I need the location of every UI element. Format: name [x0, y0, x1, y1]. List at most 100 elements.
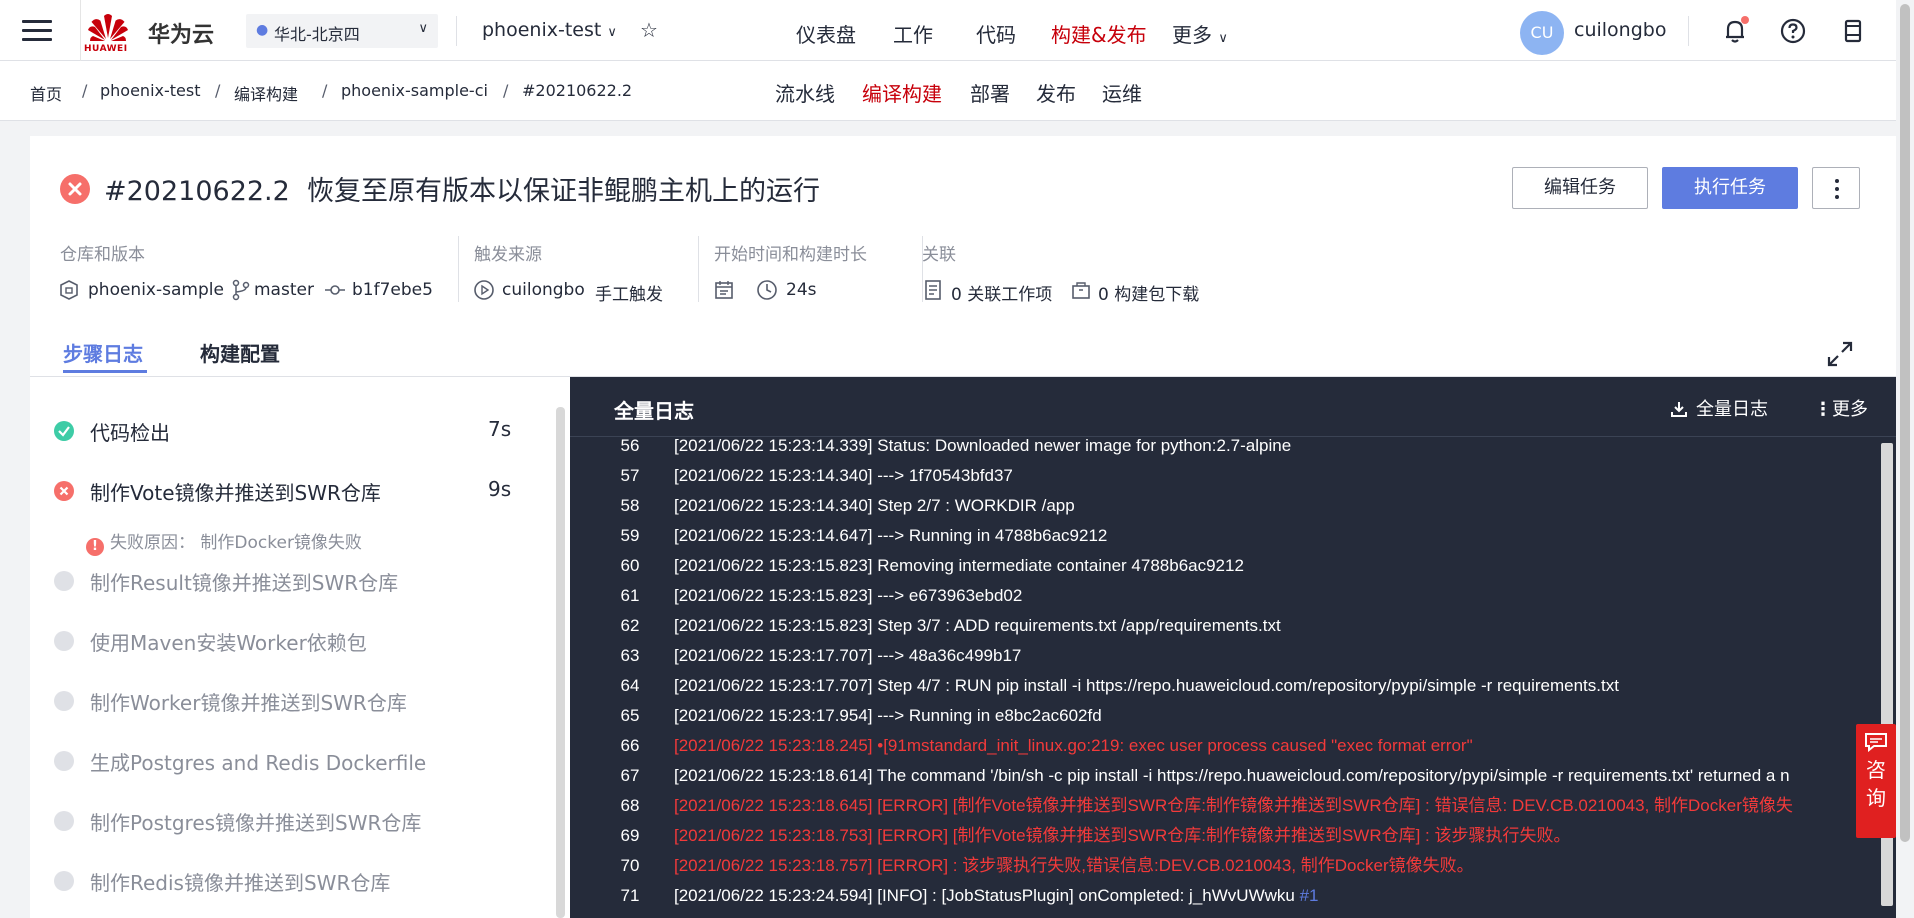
log-message: [2021/06/22 15:23:18.645] [ERROR] [制作Vot… [674, 796, 1793, 815]
log-message: [2021/06/22 15:23:17.707] ---> 48a36c499… [674, 646, 1022, 665]
consult-label: 咨 [1866, 758, 1886, 782]
subnav-release[interactable]: 发布 [1036, 78, 1076, 107]
step-item[interactable]: 制作Result镜像并推送到SWR仓库 [54, 567, 534, 595]
build-number: #20210622.2 [104, 176, 290, 207]
log-line-text: [2021/06/22 15:23:18.757] [ERROR] : 该步骤执… [674, 851, 1474, 881]
mobile-device-icon[interactable] [1838, 16, 1868, 46]
scrollbar-thumb[interactable] [1900, 4, 1910, 842]
package-icon [1072, 282, 1090, 299]
nav-work[interactable]: 工作 [893, 19, 933, 48]
more-vertical-icon [1835, 187, 1839, 191]
run-task-button[interactable]: 执行任务 [1662, 167, 1798, 209]
help-icon[interactable] [1778, 16, 1808, 46]
time-heading: 开始时间和构建时长 [714, 245, 867, 265]
log-line: 60 [2021/06/22 15:23:15.823] Removing int… [570, 551, 1878, 581]
log-line-number: 63 [620, 646, 640, 665]
commit-id[interactable]: b1f7ebe5 [352, 280, 433, 300]
step-item[interactable]: 制作Postgres镜像并推送到SWR仓库 [54, 807, 534, 835]
more-vertical-icon [1835, 179, 1839, 183]
log-line-text: [2021/06/22 15:23:15.823] Step 3/7 : ADD… [674, 611, 1281, 641]
notification-bell-icon[interactable] [1720, 16, 1750, 46]
step-name: 制作Result镜像并推送到SWR仓库 [90, 571, 399, 595]
page-scrollbar[interactable] [1896, 0, 1914, 918]
step-item[interactable]: 制作Redis镜像并推送到SWR仓库 [54, 867, 534, 895]
log-content[interactable]: 56 [2021/06/22 15:23:14.339] Status: Down… [570, 437, 1878, 918]
subnav-deploy[interactable]: 部署 [970, 78, 1010, 107]
breadcrumb-project[interactable]: phoenix-test [100, 81, 200, 100]
tab-build-config[interactable]: 构建配置 [200, 338, 280, 367]
log-scrollbar[interactable] [1878, 437, 1896, 918]
region-selector[interactable]: ● 华北-北京四 ∨ [246, 14, 438, 48]
breadcrumb-job[interactable]: phoenix-sample-ci [341, 81, 488, 100]
log-line-text: [2021/06/22 15:23:18.645] [ERROR] [制作Vot… [674, 791, 1793, 821]
log-line-number: 56 [620, 437, 640, 455]
nav-code[interactable]: 代码 [976, 19, 1016, 48]
consult-button[interactable]: 咨 询 [1856, 724, 1896, 838]
log-line-number: 57 [620, 466, 640, 485]
tab-step-logs[interactable]: 步骤日志 [63, 338, 143, 367]
log-message: [2021/06/22 15:23:18.614] The command '/… [674, 766, 1790, 785]
log-line-number: 62 [620, 616, 640, 635]
avatar[interactable]: CU [1520, 11, 1564, 55]
log-line-text: [2021/06/22 15:23:18.753] [ERROR] [制作Vot… [674, 821, 1571, 851]
project-name: phoenix-test [482, 19, 602, 41]
brand-name[interactable]: 华为云 [148, 17, 214, 49]
breadcrumb-build[interactable]: 编译构建 [234, 81, 298, 105]
step-list: 代码检出 7s 制作Vote镜像并推送到SWR仓库 9s ! 失败原因： 制作Do… [30, 377, 570, 918]
log-line: 56 [2021/06/22 15:23:14.339] Status: Down… [570, 437, 1878, 461]
log-line-text: [2021/06/22 15:23:14.340] Step 2/7 : WOR… [674, 491, 1075, 521]
favorite-star-icon[interactable]: ☆ [640, 18, 658, 42]
step-item[interactable]: 使用Maven安装Worker依赖包 [54, 627, 534, 655]
pending-icon [54, 571, 74, 591]
fullscreen-expand-icon[interactable] [1826, 340, 1854, 368]
clock-icon [757, 280, 777, 300]
branch-name[interactable]: master [254, 280, 314, 300]
subnav-build[interactable]: 编译构建 [862, 78, 942, 107]
more-actions-button[interactable] [1812, 167, 1860, 209]
breadcrumb-home[interactable]: 首页 [30, 81, 62, 105]
top-navbar: HUAWEI 华为云 ● 华北-北京四 ∨ phoenix-test ∨ ☆ 仪… [0, 0, 1896, 61]
packages-count[interactable]: 0 构建包下载 [1098, 280, 1199, 305]
chevron-down-icon: ∨ [607, 25, 617, 40]
project-selector[interactable]: phoenix-test ∨ [482, 19, 617, 41]
nav-more[interactable]: 更多 ∨ [1172, 19, 1228, 48]
notification-badge [1741, 16, 1749, 24]
repo-name[interactable]: phoenix-sample [88, 280, 224, 300]
log-message: [2021/06/22 15:23:17.707] Step 4/7 : RUN… [674, 676, 1619, 695]
work-items-count[interactable]: 0 关联工作项 [951, 280, 1052, 305]
log-line: 59 [2021/06/22 15:23:14.647] ---> Running… [570, 521, 1878, 551]
steps-scrollbar[interactable] [556, 407, 565, 918]
pending-icon [54, 871, 74, 891]
menu-icon[interactable] [22, 20, 52, 42]
edit-task-button[interactable]: 编辑任务 [1512, 167, 1648, 209]
success-check-icon [54, 421, 74, 441]
log-line-text: [2021/06/22 15:23:17.954] ---> Running i… [674, 701, 1102, 731]
page-title: #20210622.2 恢复至原有版本以保证非鲲鹏主机上的运行 [104, 169, 820, 208]
subnav-ops[interactable]: 运维 [1102, 78, 1142, 107]
log-line-number: 59 [620, 526, 640, 545]
log-line: 57 [2021/06/22 15:23:14.340] ---> 1f70543… [570, 461, 1878, 491]
nav-dashboard[interactable]: 仪表盘 [796, 19, 856, 48]
step-item[interactable]: 代码检出 7s [54, 417, 534, 445]
username[interactable]: cuilongbo [1574, 19, 1666, 41]
divider [1688, 16, 1689, 46]
download-log-button[interactable]: 全量日志 [1670, 395, 1768, 421]
log-title: 全量日志 [614, 399, 694, 423]
step-item[interactable]: 生成Postgres and Redis Dockerfile [54, 747, 534, 775]
log-message: [2021/06/22 15:23:14.647] ---> Running i… [674, 526, 1108, 545]
nav-build-release[interactable]: 构建&发布 [1051, 19, 1147, 48]
subnav-pipeline[interactable]: 流水线 [775, 78, 835, 107]
log-message: [2021/06/22 15:23:14.339] Status: Downlo… [674, 437, 1292, 455]
step-item[interactable]: 制作Worker镜像并推送到SWR仓库 [54, 687, 534, 715]
log-more-button[interactable]: ⋮更多 [1814, 395, 1868, 421]
log-link[interactable]: #1 [1300, 886, 1319, 905]
log-message: [2021/06/22 15:23:18.245] •[91mstandard_… [674, 736, 1473, 755]
log-line-number: 66 [620, 736, 640, 755]
log-panel: 全量日志 全量日志 ⋮更多 56 [2021/06/22 15:23:14.339… [570, 377, 1896, 918]
nav-more-label: 更多 [1172, 23, 1212, 47]
log-line-text: [2021/06/22 15:23:24.594] [INFO] : [JobS… [674, 881, 1319, 911]
step-item[interactable]: 制作Vote镜像并推送到SWR仓库 9s [54, 477, 534, 505]
log-message: [2021/06/22 15:23:14.340] ---> 1f70543bf… [674, 466, 1013, 485]
warning-exclamation-icon: ! [86, 538, 104, 556]
chevron-down-icon: ∨ [418, 21, 428, 36]
